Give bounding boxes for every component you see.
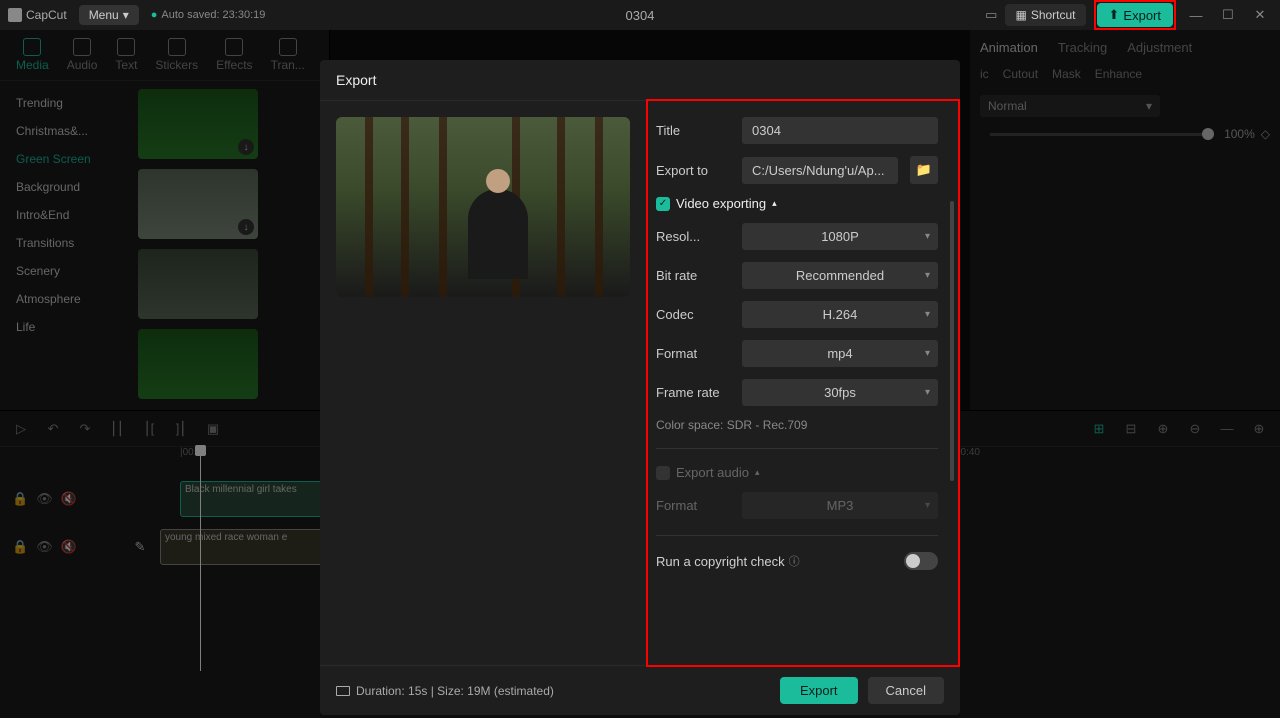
- export-icon: ⬆: [1109, 7, 1120, 23]
- close-button[interactable]: ✕: [1248, 3, 1272, 27]
- film-icon: [336, 686, 350, 696]
- export-info: Duration: 15s | Size: 19M (estimated): [336, 684, 554, 698]
- keyboard-icon: ▦: [1015, 8, 1026, 22]
- chevron-down-icon: ▾: [123, 8, 129, 22]
- titlebar: CapCut Menu ▾ ● Auto saved: 23:30:19 030…: [0, 0, 1280, 30]
- audio-exporting-section[interactable]: Export audio ▴: [656, 465, 938, 480]
- export-button-highlight: ⬆ Export: [1094, 0, 1176, 30]
- codec-select[interactable]: H.264: [742, 301, 938, 328]
- resolution-label: Resol...: [656, 229, 734, 244]
- app-name: CapCut: [26, 8, 67, 22]
- chevron-up-icon: ▴: [755, 467, 760, 478]
- autosave-status: ● Auto saved: 23:30:19: [151, 9, 266, 21]
- menu-button[interactable]: Menu ▾: [79, 5, 139, 25]
- export-button[interactable]: ⬆ Export: [1097, 3, 1173, 27]
- capcut-icon: [8, 8, 22, 22]
- info-icon[interactable]: ⓘ: [789, 553, 800, 569]
- resolution-select[interactable]: 1080P: [742, 223, 938, 250]
- framerate-label: Frame rate: [656, 385, 734, 400]
- export-modal: Export Title Export t: [320, 60, 960, 715]
- aspect-ratio-icon[interactable]: ▭: [985, 7, 997, 23]
- scrollbar[interactable]: [950, 201, 954, 481]
- divider: [656, 535, 938, 536]
- checkbox-icon[interactable]: ✓: [656, 197, 670, 211]
- cancel-button[interactable]: Cancel: [868, 677, 944, 704]
- audio-format-label: Format: [656, 498, 734, 513]
- folder-icon[interactable]: 📁: [910, 156, 938, 184]
- maximize-button[interactable]: ☐: [1216, 3, 1240, 27]
- check-icon: ●: [151, 9, 158, 21]
- exportto-label: Export to: [656, 163, 734, 178]
- chevron-up-icon: ▴: [772, 198, 777, 209]
- checkbox-icon[interactable]: [656, 466, 670, 480]
- bitrate-select[interactable]: Recommended: [742, 262, 938, 289]
- export-confirm-button[interactable]: Export: [780, 677, 858, 704]
- title-label: Title: [656, 123, 734, 138]
- shortcut-button[interactable]: ▦ Shortcut: [1005, 4, 1085, 26]
- exportto-path: C:/Users/Ndung'u/Ap...: [742, 157, 898, 184]
- format-label: Format: [656, 346, 734, 361]
- app-logo: CapCut: [8, 8, 67, 22]
- project-title: 0304: [626, 8, 655, 23]
- copyright-label: Run a copyright check: [656, 554, 785, 569]
- title-input[interactable]: [742, 117, 938, 144]
- minimize-button[interactable]: —: [1184, 3, 1208, 27]
- modal-title: Export: [320, 60, 960, 101]
- format-select[interactable]: mp4: [742, 340, 938, 367]
- framerate-select[interactable]: 30fps: [742, 379, 938, 406]
- codec-label: Codec: [656, 307, 734, 322]
- colorspace-note: Color space: SDR - Rec.709: [656, 418, 938, 432]
- copyright-toggle[interactable]: [904, 552, 938, 570]
- audio-format-select: MP3: [742, 492, 938, 519]
- bitrate-label: Bit rate: [656, 268, 734, 283]
- video-exporting-section[interactable]: ✓ Video exporting ▴: [656, 196, 938, 211]
- divider: [656, 448, 938, 449]
- export-preview: [336, 117, 630, 297]
